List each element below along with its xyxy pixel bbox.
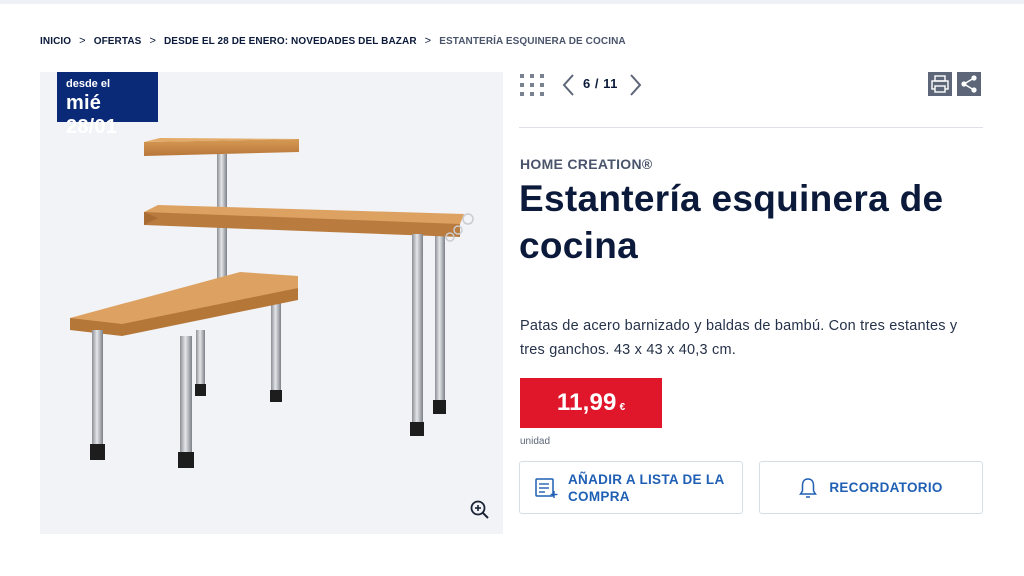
print-icon[interactable]	[928, 72, 952, 96]
product-title: Estantería esquinera de cocina	[519, 178, 944, 266]
breadcrumb-ofertas[interactable]: OFERTAS	[94, 36, 142, 47]
price-box: 11,99 €	[520, 378, 662, 428]
chevron-right-icon[interactable]	[627, 72, 645, 98]
breadcrumb-novedades[interactable]: DESDE EL 28 DE ENERO: NOVEDADES DEL BAZA…	[164, 36, 417, 47]
zoom-in-icon[interactable]	[468, 498, 492, 522]
breadcrumb-separator-icon: >	[149, 35, 156, 47]
top-border	[0, 0, 1024, 4]
product-image	[70, 138, 474, 468]
price-currency: €	[619, 401, 626, 413]
header-divider	[519, 127, 983, 128]
breadcrumb: INICIO > OFERTAS > DESDE EL 28 DE ENERO:…	[40, 35, 626, 47]
badge-label: desde el	[66, 78, 111, 90]
reminder-label: RECORDATORIO	[829, 480, 943, 495]
add-to-shopping-list-button[interactable]: AÑADIR A LISTA DE LA COMPRA	[519, 461, 743, 514]
badge-date: mié 28/01	[66, 92, 118, 138]
product-description: Patas de acero barnizado y baldas de bam…	[520, 318, 958, 358]
list-add-icon	[535, 477, 558, 498]
price-amount: 11,99	[556, 389, 617, 416]
share-icon[interactable]	[957, 72, 981, 96]
availability-date-badge: desde el mié 28/01	[57, 72, 158, 138]
breadcrumb-current: ESTANTERÍA ESQUINERA DE COCINA	[439, 35, 626, 47]
breadcrumb-separator-icon: >	[424, 35, 432, 47]
add-to-shopping-list-label: AÑADIR A LISTA DE LA COMPRA	[568, 471, 724, 504]
bell-icon	[799, 477, 818, 498]
image-counter: 6 / 11	[583, 76, 618, 91]
breadcrumb-separator-icon: >	[79, 35, 86, 47]
product-brand: HOME CREATION®	[520, 156, 653, 172]
price-unit: unidad	[520, 436, 551, 447]
grid-icon[interactable]	[519, 72, 545, 98]
chevron-left-icon[interactable]	[559, 72, 577, 98]
reminder-button[interactable]: RECORDATORIO	[759, 461, 983, 514]
gallery-controls: 6 / 11	[519, 70, 983, 100]
product-image-gallery[interactable]: desde el mié 28/01	[40, 72, 503, 534]
breadcrumb-inicio[interactable]: INICIO	[40, 36, 71, 47]
